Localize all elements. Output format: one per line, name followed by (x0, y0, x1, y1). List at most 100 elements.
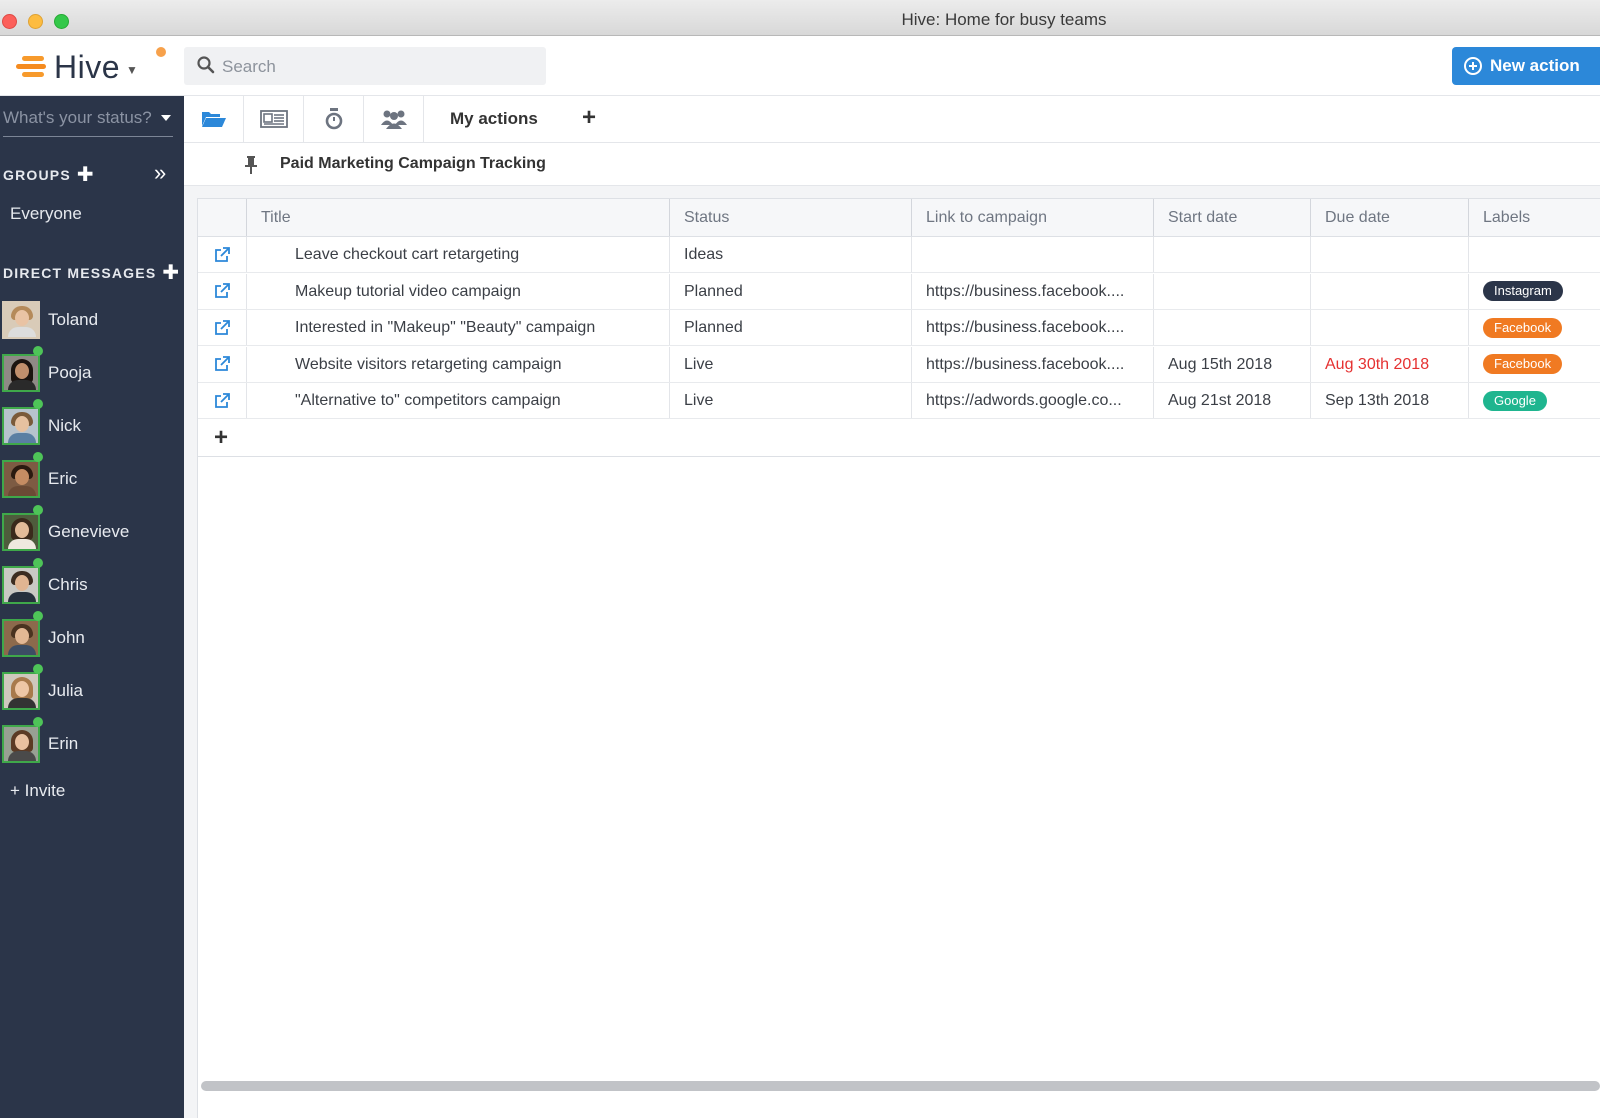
dm-item-eric[interactable]: Eric (0, 452, 184, 505)
horizontal-scrollbar[interactable] (201, 1081, 1600, 1091)
open-action-cell[interactable] (198, 347, 246, 382)
cell-start-date[interactable] (1153, 310, 1310, 345)
collapse-sidebar-icon[interactable]: » (154, 160, 166, 186)
cell-due-date[interactable]: Aug 30th 2018 (1310, 346, 1468, 382)
pin-icon[interactable] (242, 155, 260, 175)
dm-item-erin[interactable]: Erin (0, 717, 184, 770)
search-input[interactable] (220, 47, 534, 87)
cell-link-text: https://business.facebook.... (926, 355, 1125, 373)
dm-item-genevieve[interactable]: Genevieve (0, 505, 184, 558)
cell-labels[interactable]: Google (1468, 383, 1600, 418)
table-row[interactable]: "Alternative to" competitors campaign Liv… (198, 383, 1600, 419)
cell-start-date[interactable] (1153, 273, 1310, 309)
column-header-start-date[interactable]: Start date (1153, 199, 1310, 236)
add-group-icon[interactable]: ✚ (77, 162, 95, 187)
table-row[interactable]: Leave checkout cart retargeting Ideas (198, 237, 1600, 273)
dm-item-john[interactable]: John (0, 611, 184, 664)
avatar (2, 512, 40, 551)
search-box[interactable] (184, 47, 546, 87)
open-action-cell[interactable] (198, 237, 246, 272)
column-header-title[interactable]: Title (246, 199, 669, 236)
external-link-icon[interactable] (214, 283, 230, 299)
external-link-icon[interactable] (214, 356, 230, 372)
dm-item-pooja[interactable]: Pooja (0, 346, 184, 399)
status-dropdown[interactable]: What's your status? (3, 108, 173, 137)
cell-link[interactable]: https://business.facebook.... (911, 273, 1153, 309)
cell-status[interactable]: Live (669, 383, 911, 418)
cell-status[interactable]: Ideas (669, 237, 911, 272)
cell-title[interactable]: Makeup tutorial video campaign (246, 273, 669, 309)
cell-due-date[interactable] (1310, 310, 1468, 345)
cell-labels[interactable]: Facebook (1468, 346, 1600, 382)
tab-my-actions[interactable]: My actions (450, 109, 538, 129)
table-row[interactable]: Interested in "Makeup" "Beauty" campaign… (198, 310, 1600, 346)
label-badge[interactable]: Facebook (1483, 354, 1563, 375)
column-header-labels[interactable]: Labels (1468, 199, 1600, 236)
cell-start-date[interactable]: Aug 15th 2018 (1153, 346, 1310, 382)
external-link-icon[interactable] (214, 246, 230, 263)
dm-item-chris[interactable]: Chris (0, 558, 184, 611)
dm-item-toland[interactable]: Toland (0, 293, 184, 346)
dm-item-julia[interactable]: Julia (0, 664, 184, 717)
cell-due-date[interactable] (1310, 273, 1468, 309)
cell-link[interactable]: https://adwords.google.co... (911, 383, 1153, 418)
cell-title[interactable]: "Alternative to" competitors campaign (246, 383, 669, 418)
new-action-button[interactable]: New action (1452, 47, 1600, 85)
tab-table-view[interactable] (244, 96, 304, 142)
cell-title[interactable]: Leave checkout cart retargeting (246, 237, 669, 272)
cell-status[interactable]: Planned (669, 310, 911, 345)
cell-title-text: Leave checkout cart retargeting (295, 246, 520, 263)
cell-due-date[interactable] (1310, 237, 1468, 272)
open-action-cell[interactable] (198, 383, 246, 418)
cell-title[interactable]: Interested in "Makeup" "Beauty" campaign (246, 310, 669, 345)
external-link-icon[interactable] (214, 319, 230, 336)
online-status-dot (33, 611, 43, 621)
online-status-dot (33, 717, 43, 727)
open-action-cell[interactable] (198, 274, 246, 309)
dm-list: Toland Pooja Nick Eric Genevieve Chris J… (0, 293, 184, 770)
label-badge[interactable]: Instagram (1483, 281, 1563, 302)
add-row-button[interactable]: + (214, 424, 228, 452)
add-dm-icon[interactable]: ✚ (162, 260, 180, 285)
cell-labels[interactable] (1468, 237, 1600, 272)
label-badge[interactable]: Google (1483, 390, 1547, 411)
hive-logo[interactable]: Hive ▼ (16, 47, 166, 85)
online-status-dot (33, 664, 43, 674)
tab-projects[interactable] (184, 96, 244, 142)
avatar (2, 459, 40, 498)
cell-labels[interactable]: Facebook (1468, 310, 1600, 345)
table-row[interactable]: Website visitors retargeting campaign Liv… (198, 346, 1600, 383)
column-header-due-date[interactable]: Due date (1310, 199, 1468, 236)
cell-title-text: Interested in "Makeup" "Beauty" campaign (295, 319, 596, 336)
status-placeholder: What's your status? (3, 108, 152, 127)
cell-link-text: https://business.facebook.... (926, 319, 1125, 336)
hive-logo-icon (16, 52, 50, 82)
sidebar: What's your status? GROUPS ✚ » Everyone … (0, 96, 184, 1118)
open-action-cell[interactable] (198, 310, 246, 345)
label-badge[interactable]: Facebook (1483, 317, 1563, 338)
column-header-link[interactable]: Link to campaign (911, 199, 1153, 236)
cell-status[interactable]: Live (669, 346, 911, 382)
cell-labels[interactable]: Instagram (1468, 273, 1600, 309)
group-item-everyone[interactable]: Everyone (10, 204, 82, 224)
cell-link[interactable]: https://business.facebook.... (911, 310, 1153, 345)
cell-start-date[interactable] (1153, 237, 1310, 272)
invite-link[interactable]: + Invite (10, 781, 65, 801)
cell-status-text: Live (684, 355, 714, 373)
cell-due-date[interactable]: Sep 13th 2018 (1310, 383, 1468, 418)
cell-start-date[interactable]: Aug 21st 2018 (1153, 383, 1310, 418)
cell-status[interactable]: Planned (669, 273, 911, 309)
dm-item-nick[interactable]: Nick (0, 399, 184, 452)
tab-people[interactable] (364, 96, 424, 142)
table-row[interactable]: Makeup tutorial video campaign Planned htt… (198, 273, 1600, 310)
tab-time-tracking[interactable] (304, 96, 364, 142)
groups-header: GROUPS ✚ (3, 162, 95, 187)
column-header-status[interactable]: Status (669, 199, 911, 236)
column-header-open (198, 199, 246, 236)
add-view-button[interactable]: + (582, 104, 596, 132)
cell-link-text: https://business.facebook.... (926, 282, 1125, 300)
external-link-icon[interactable] (214, 392, 230, 409)
cell-title[interactable]: Website visitors retargeting campaign (246, 346, 669, 382)
cell-link[interactable] (911, 237, 1153, 272)
cell-link[interactable]: https://business.facebook.... (911, 346, 1153, 382)
